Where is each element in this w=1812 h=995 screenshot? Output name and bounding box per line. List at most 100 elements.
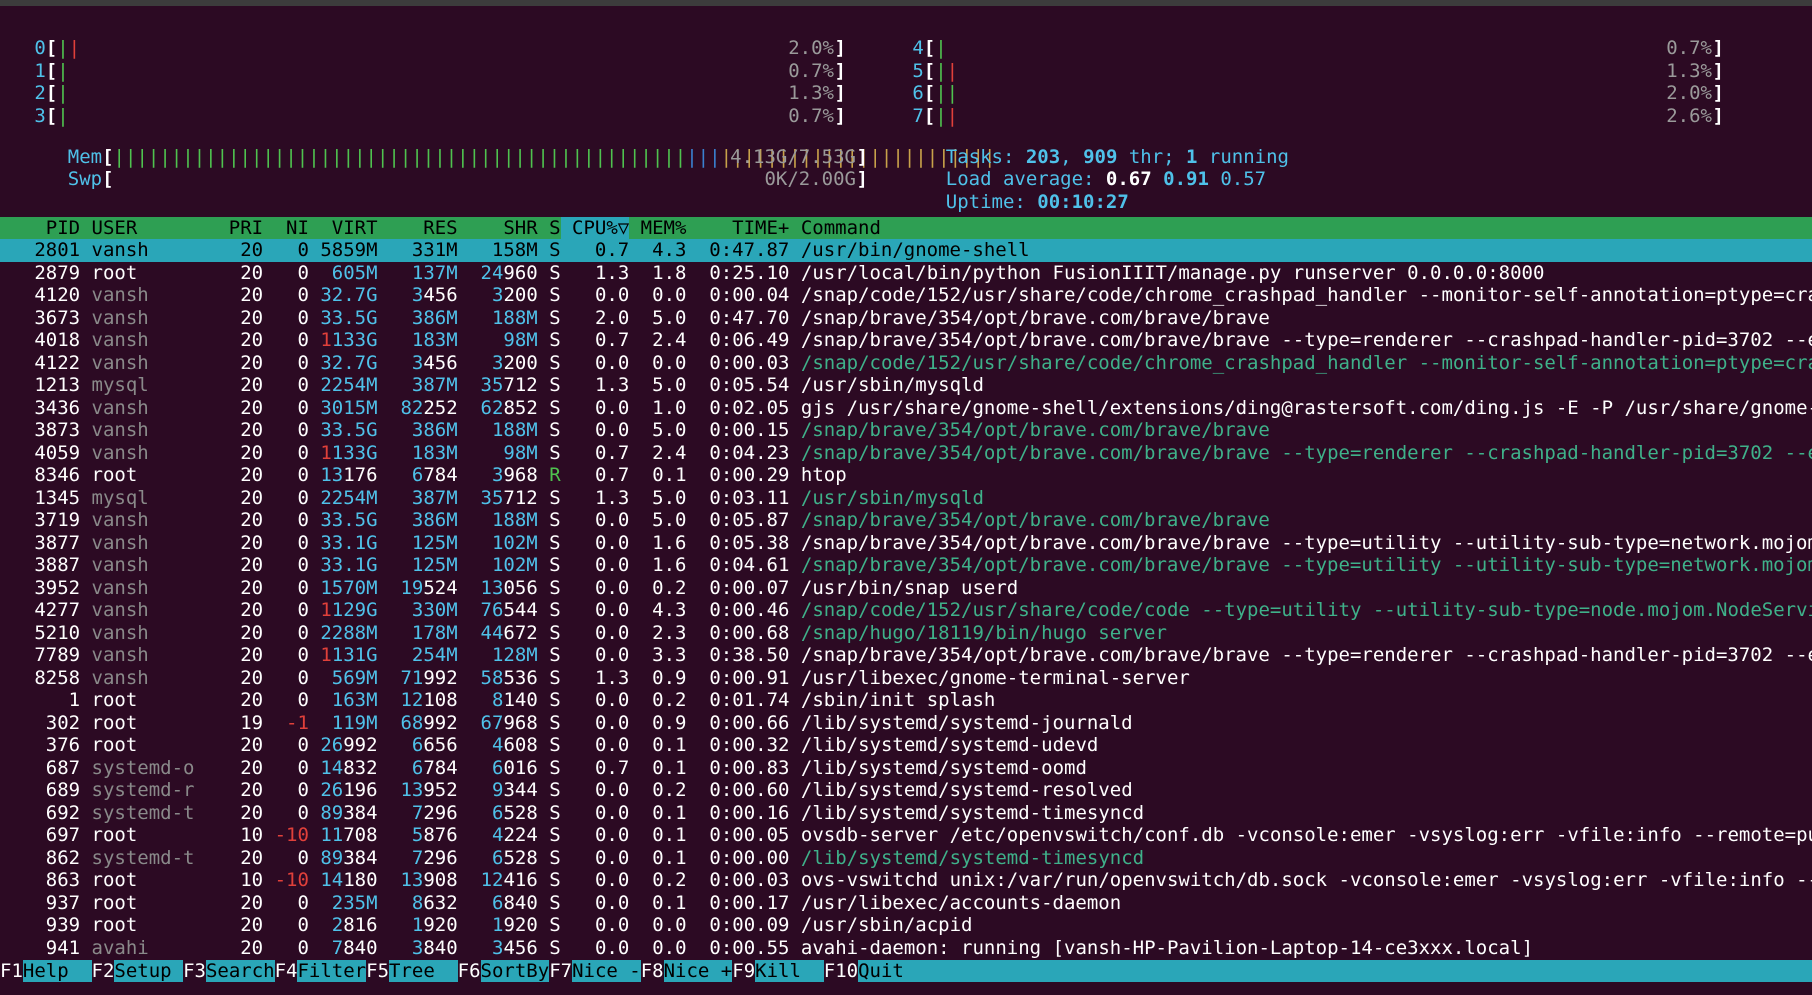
pri-cell: 20 bbox=[205, 666, 264, 689]
column-header-pri[interactable]: PRI bbox=[206, 217, 263, 239]
table-row[interactable]: 687 systemd-o 20 0 14832 6784 6016 S 0.7… bbox=[0, 757, 1812, 780]
fkey-label-f2[interactable]: Setup bbox=[114, 960, 183, 982]
table-row[interactable]: 3436 vansh 20 0 3015M 82252 62852 S 0.0 … bbox=[0, 397, 1812, 420]
table-row[interactable]: 3887 vansh 20 0 33.1G 125M 102M S 0.0 1.… bbox=[0, 554, 1812, 577]
cpu-value: 0.7% bbox=[788, 59, 834, 82]
command-cell: /snap/brave/354/opt/brave.com/brave/brav… bbox=[789, 554, 1812, 576]
table-row[interactable]: 3719 vansh 20 0 33.5G 386M 188M S 0.0 5.… bbox=[0, 509, 1812, 532]
table-row[interactable]: 4120 vansh 20 0 32.7G 3456 3200 S 0.0 0.… bbox=[0, 284, 1812, 307]
fkey-f5[interactable]: F5 bbox=[366, 960, 390, 982]
fkey-label-f3[interactable]: Search bbox=[206, 960, 275, 982]
column-header-shr[interactable]: SHR bbox=[458, 217, 537, 239]
table-row[interactable]: 939 root 20 0 2816 1920 1920 S 0.0 0.0 0… bbox=[0, 914, 1812, 937]
mem-cell: 0.0 bbox=[629, 914, 687, 936]
table-row[interactable]: 1345 mysql 20 0 2254M 387M 35712 S 1.3 5… bbox=[0, 487, 1812, 510]
column-header-cpu[interactable]: CPU%▽ bbox=[560, 217, 630, 239]
column-header-res[interactable]: RES bbox=[378, 217, 457, 239]
time-cell: 0:00.16 bbox=[686, 801, 790, 824]
pri-cell: 20 bbox=[205, 284, 264, 306]
table-row[interactable]: 3877 vansh 20 0 33.1G 125M 102M S 0.0 1.… bbox=[0, 532, 1812, 555]
swap-label: Swp bbox=[67, 167, 103, 190]
fkey-f2[interactable]: F2 bbox=[91, 960, 115, 982]
fkey-label-f1[interactable]: Help bbox=[23, 960, 92, 982]
fkey-f6[interactable]: F6 bbox=[457, 960, 481, 982]
table-row[interactable]: 302 root 19 -1 119M 68992 67968 S 0.0 0.… bbox=[0, 712, 1812, 735]
column-header-s[interactable]: S bbox=[538, 217, 560, 239]
fkey-label-f7[interactable]: Nice - bbox=[572, 960, 641, 982]
fkey-label-f6[interactable]: SortBy bbox=[481, 960, 550, 982]
table-row[interactable]: 3873 vansh 20 0 33.5G 386M 188M S 0.0 5.… bbox=[0, 419, 1812, 442]
virt-cell: 1133G bbox=[320, 441, 378, 464]
table-row[interactable]: 4277 vansh 20 0 1129G 330M 76544 S 0.0 4… bbox=[0, 599, 1812, 622]
command-cell: /usr/sbin/mysqld bbox=[789, 486, 984, 509]
fkey-label-f5[interactable]: Tree bbox=[389, 960, 458, 982]
table-row[interactable]: 697 root 10 -10 11708 5876 4224 S 0.0 0.… bbox=[0, 824, 1812, 847]
process-table-header[interactable]: PID USER PRI NI VIRT RES SHR S CPU%▽ MEM… bbox=[0, 217, 1812, 239]
pri-cell: 20 bbox=[205, 509, 264, 531]
table-row[interactable]: 376 root 20 0 26992 6656 4608 S 0.0 0.1 … bbox=[0, 734, 1812, 757]
fkey-f1[interactable]: F1 bbox=[0, 960, 23, 982]
column-header-user[interactable]: USER bbox=[80, 217, 206, 239]
table-row[interactable]: 2879 root 20 0 605M 137M 24960 S 1.3 1.8… bbox=[0, 262, 1812, 285]
table-row[interactable]: 4059 vansh 20 0 1133G 183M 98M S 0.7 2.4… bbox=[0, 442, 1812, 465]
table-row[interactable]: 689 systemd-r 20 0 26196 13952 9344 S 0.… bbox=[0, 779, 1812, 802]
ni-cell: 0 bbox=[263, 509, 309, 531]
table-row[interactable]: 3952 vansh 20 0 1570M 19524 13056 S 0.0 … bbox=[0, 577, 1812, 600]
table-row[interactable]: 4018 vansh 20 0 1133G 183M 98M S 0.7 2.4… bbox=[0, 329, 1812, 352]
mem-cell: 0.0 bbox=[629, 284, 687, 306]
cpu-cell: 0.0 bbox=[560, 801, 630, 824]
virt-cell: 32.7G bbox=[320, 351, 378, 374]
virt-cell: 2254M bbox=[320, 486, 378, 509]
pid-cell: 4122 bbox=[0, 351, 81, 374]
column-header-command[interactable]: Command bbox=[789, 217, 881, 239]
column-header-pid[interactable]: PID bbox=[0, 217, 80, 239]
fkey-f8[interactable]: F8 bbox=[640, 960, 664, 982]
table-row[interactable]: 937 root 20 0 235M 8632 6840 S 0.0 0.1 0… bbox=[0, 892, 1812, 915]
cpu-cell: 2.0 bbox=[560, 306, 630, 329]
cpu-cell: 0.0 bbox=[560, 644, 630, 666]
virt-cell: 1570M bbox=[320, 576, 378, 599]
fkey-f7[interactable]: F7 bbox=[549, 960, 573, 982]
fkey-f3[interactable]: F3 bbox=[183, 960, 206, 982]
table-row[interactable]: 7789 vansh 20 0 1131G 254M 128M S 0.0 3.… bbox=[0, 644, 1812, 667]
column-header-mem[interactable]: MEM% bbox=[629, 217, 687, 239]
column-header-ni[interactable]: NI bbox=[263, 217, 309, 239]
user-cell: root bbox=[80, 824, 206, 846]
fkey-label-f8[interactable]: Nice + bbox=[664, 960, 733, 982]
table-row[interactable]: 692 systemd-t 20 0 89384 7296 6528 S 0.0… bbox=[0, 802, 1812, 825]
table-row[interactable]: 863 root 10 -10 14180 13908 12416 S 0.0 … bbox=[0, 869, 1812, 892]
state-cell: S bbox=[537, 869, 561, 891]
fkey-label-f10[interactable]: Quit bbox=[858, 960, 904, 982]
fkey-f10[interactable]: F10 bbox=[823, 960, 859, 982]
table-row[interactable]: 862 systemd-t 20 0 89384 7296 6528 S 0.0… bbox=[0, 847, 1812, 870]
command-cell: /snap/hugo/18119/bin/hugo server bbox=[789, 621, 1167, 644]
table-row[interactable]: 1213 mysql 20 0 2254M 387M 35712 S 1.3 5… bbox=[0, 374, 1812, 397]
table-row[interactable]: 3673 vansh 20 0 33.5G 386M 188M S 2.0 5.… bbox=[0, 307, 1812, 330]
table-row[interactable]: 8258 vansh 20 0 569M 71992 58536 S 1.3 0… bbox=[0, 667, 1812, 690]
user-cell: root bbox=[80, 689, 206, 711]
time-cell: 0:00.05 bbox=[686, 824, 790, 846]
table-row[interactable]: 941 avahi 20 0 7840 3840 3456 S 0.0 0.0 … bbox=[0, 937, 1812, 960]
ni-cell: 0 bbox=[263, 734, 309, 756]
time-cell: 0:00.32 bbox=[686, 734, 790, 756]
res-cell: 12108 bbox=[400, 689, 458, 711]
state-cell: S bbox=[537, 734, 561, 756]
fkey-f9[interactable]: F9 bbox=[732, 960, 756, 982]
table-row[interactable]: 4122 vansh 20 0 32.7G 3456 3200 S 0.0 0.… bbox=[0, 352, 1812, 375]
table-row[interactable]: 8346 root 20 0 13176 6784 3968 R 0.7 0.1… bbox=[0, 464, 1812, 487]
fkey-f4[interactable]: F4 bbox=[274, 960, 298, 982]
column-header-virt[interactable]: VIRT bbox=[309, 217, 378, 239]
command-cell: /snap/code/152/usr/share/code/code --typ… bbox=[789, 599, 1812, 621]
cpu-cell: 0.0 bbox=[560, 824, 630, 846]
state-cell: S bbox=[537, 531, 561, 554]
fkey-label-f4[interactable]: Filter bbox=[297, 960, 366, 982]
table-row-selected[interactable]: 2801 vansh 20 0 5859M 331M 158M S 0.7 4.… bbox=[0, 239, 1812, 262]
table-row[interactable]: 5210 vansh 20 0 2288M 178M 44672 S 0.0 2… bbox=[0, 622, 1812, 645]
column-header-time[interactable]: TIME+ bbox=[686, 217, 789, 239]
user-cell: systemd-t bbox=[80, 801, 206, 824]
pid-cell: 1 bbox=[0, 689, 81, 711]
fkey-label-f9[interactable]: Kill bbox=[755, 960, 824, 982]
user-cell: mysql bbox=[80, 486, 206, 509]
shr-cell: 128M bbox=[491, 644, 538, 666]
table-row[interactable]: 1 root 20 0 163M 12108 8140 S 0.0 0.2 0:… bbox=[0, 689, 1812, 712]
